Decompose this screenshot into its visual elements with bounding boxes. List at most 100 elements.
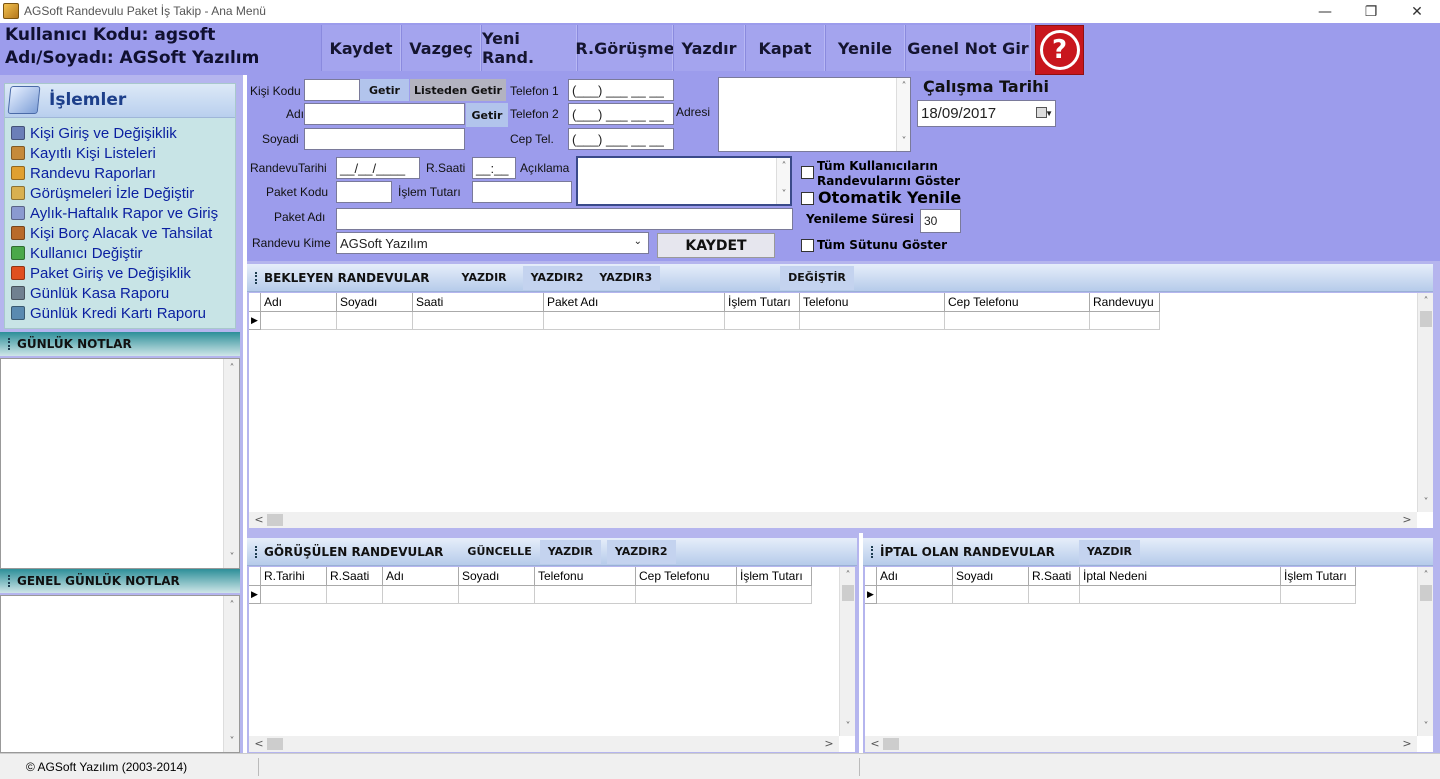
yazdir-button[interactable]: Yazdır	[673, 25, 745, 71]
gunluk-notlar-textarea[interactable]: ˄ ˅	[0, 358, 240, 569]
table-cell[interactable]	[261, 586, 327, 604]
column-header[interactable]: Soyadı	[337, 293, 413, 312]
aciklama-scrollbar[interactable]: ˄ ˅	[776, 158, 790, 204]
column-header[interactable]: Randevuyu	[1090, 293, 1160, 312]
table-cell[interactable]	[1080, 586, 1281, 604]
scroll-thumb[interactable]	[883, 738, 899, 750]
scroll-thumb[interactable]	[1420, 585, 1432, 601]
column-header[interactable]: R.Tarihi	[261, 567, 327, 586]
column-header[interactable]: Paket Adı	[544, 293, 725, 312]
table-cell[interactable]	[725, 312, 800, 330]
table-cell[interactable]	[1029, 586, 1080, 604]
scroll-left-icon[interactable]: <	[251, 736, 267, 752]
scroll-up-icon[interactable]: ˄	[1418, 294, 1434, 310]
scroll-down-icon[interactable]: ˅	[1418, 495, 1434, 511]
kaydet-button[interactable]: Kaydet	[321, 25, 401, 71]
table-cell[interactable]	[636, 586, 737, 604]
genel-not-gir-button[interactable]: Genel Not Gir	[905, 25, 1031, 71]
randevu-tarihi-input[interactable]: __/__/____	[336, 157, 420, 179]
tum-kullanicilar-checkbox[interactable]	[801, 166, 814, 179]
gorusulen-grid[interactable]: R.Tarihi R.Saati Adı Soyadı Telefonu Cep Tele…	[249, 567, 855, 752]
yenileme-suresi-input[interactable]: 30	[920, 209, 961, 233]
scroll-up-icon[interactable]: ˄	[840, 568, 856, 584]
bekleyen-yazdir2-button[interactable]: YAZDIR2	[522, 265, 592, 290]
horizontal-scrollbar[interactable]: < >	[865, 736, 1417, 752]
scroll-down-icon[interactable]: ˅	[897, 134, 911, 150]
menu-item[interactable]: Günlük Kasa Raporu	[11, 283, 169, 303]
adi-input[interactable]	[304, 103, 465, 125]
column-header[interactable]: Adı	[383, 567, 459, 586]
vertical-scrollbar[interactable]: ˄ ˅	[1417, 293, 1433, 512]
rsaati-input[interactable]: __:__	[472, 157, 516, 179]
vertical-scrollbar[interactable]: ˄ ˅	[1417, 567, 1433, 736]
paket-kodu-input[interactable]	[336, 181, 392, 203]
close-button[interactable]: ✕	[1394, 0, 1440, 23]
menu-item[interactable]: Kişi Borç Alacak ve Tahsilat	[11, 223, 212, 243]
gunluk-notlar-scrollbar[interactable]: ˄ ˅	[223, 359, 239, 568]
column-header[interactable]: Cep Telefonu	[636, 567, 737, 586]
menu-item[interactable]: Günlük Kredi Kartı Raporu	[11, 303, 206, 323]
help-button[interactable]: ?	[1035, 25, 1084, 75]
horizontal-scrollbar[interactable]: < >	[249, 736, 839, 752]
table-cell[interactable]	[459, 586, 535, 604]
column-header[interactable]: Cep Telefonu	[945, 293, 1090, 312]
bekleyen-yazdir3-button[interactable]: YAZDIR3	[591, 265, 661, 290]
paket-adi-input[interactable]	[336, 208, 793, 230]
cep-tel-input[interactable]: (___) ___ __ __	[568, 128, 674, 150]
islemler-header[interactable]: İşlemler	[5, 84, 235, 118]
table-cell[interactable]	[413, 312, 544, 330]
scroll-up-icon[interactable]: ˄	[777, 159, 791, 175]
telefon1-input[interactable]: (___) ___ __ __	[568, 79, 674, 101]
column-header[interactable]: Soyadı	[459, 567, 535, 586]
yenile-button[interactable]: Yenile	[825, 25, 905, 71]
table-cell[interactable]	[877, 586, 953, 604]
guncelle-button[interactable]: GÜNCELLE	[459, 540, 539, 564]
column-header[interactable]: R.Saati	[327, 567, 383, 586]
kapat-button[interactable]: Kapat	[745, 25, 825, 71]
scroll-up-icon[interactable]: ˄	[1418, 568, 1434, 584]
scroll-thumb[interactable]	[1420, 311, 1432, 327]
islem-tutari-input[interactable]	[472, 181, 572, 203]
table-cell[interactable]	[327, 586, 383, 604]
column-header[interactable]: İşlem Tutarı	[725, 293, 800, 312]
gorusulen-yazdir2-button[interactable]: YAZDIR2	[606, 539, 676, 564]
menu-item[interactable]: Kişi Giriş ve Değişiklik	[11, 123, 177, 143]
vertical-scrollbar[interactable]: ˄ ˅	[839, 567, 855, 736]
scroll-thumb[interactable]	[842, 585, 854, 601]
menu-item[interactable]: Aylık-Haftalık Rapor ve Giriş	[11, 203, 218, 223]
kisi-kodu-input[interactable]	[304, 79, 360, 101]
scroll-right-icon[interactable]: >	[1399, 512, 1415, 528]
scroll-right-icon[interactable]: >	[1399, 736, 1415, 752]
column-header[interactable]: İptal Nedeni	[1080, 567, 1281, 586]
table-cell[interactable]	[1281, 586, 1356, 604]
scroll-down-icon[interactable]: ˅	[777, 187, 791, 203]
table-cell[interactable]	[945, 312, 1090, 330]
iptal-grid[interactable]: Adı Soyadı R.Saati İptal Nedeni İşlem Tutarı…	[865, 567, 1433, 752]
aciklama-textarea[interactable]: ˄ ˅	[576, 156, 792, 206]
otomatik-yenile-checkbox[interactable]	[801, 192, 814, 205]
listeden-getir-button[interactable]: Listeden Getir	[410, 79, 506, 101]
kaydet-form-button[interactable]: KAYDET	[657, 233, 775, 258]
soyadi-input[interactable]	[304, 128, 465, 150]
genel-notlar-scrollbar[interactable]: ˄ ˅	[223, 596, 239, 752]
randevu-kime-select[interactable]: AGSoft Yazılım ⌄	[336, 232, 649, 254]
minimize-button[interactable]: —	[1302, 0, 1348, 23]
adresi-textarea[interactable]: ˄ ˅	[718, 77, 911, 152]
table-cell[interactable]	[337, 312, 413, 330]
scroll-thumb[interactable]	[267, 738, 283, 750]
table-cell[interactable]	[544, 312, 725, 330]
menu-item[interactable]: Paket Giriş ve Değişiklik	[11, 263, 191, 283]
column-header[interactable]: Saati	[413, 293, 544, 312]
column-header[interactable]: İşlem Tutarı	[1281, 567, 1356, 586]
column-header[interactable]: Adı	[877, 567, 953, 586]
restore-button[interactable]: ❐	[1348, 0, 1394, 23]
bekleyen-grid[interactable]: Adı Soyadı Saati Paket Adı İşlem Tutarı Telef…	[249, 293, 1433, 528]
scroll-up-icon[interactable]: ˄	[224, 361, 240, 377]
tum-sutunu-checkbox[interactable]	[801, 239, 814, 252]
randevu-gorusme-button[interactable]: R.Görüşme	[575, 25, 675, 71]
table-cell[interactable]	[535, 586, 636, 604]
scroll-thumb[interactable]	[267, 514, 283, 526]
adresi-scrollbar[interactable]: ˄ ˅	[896, 78, 910, 151]
table-cell[interactable]	[953, 586, 1029, 604]
degistir-button[interactable]: DEĞİŞTİR	[780, 265, 854, 290]
